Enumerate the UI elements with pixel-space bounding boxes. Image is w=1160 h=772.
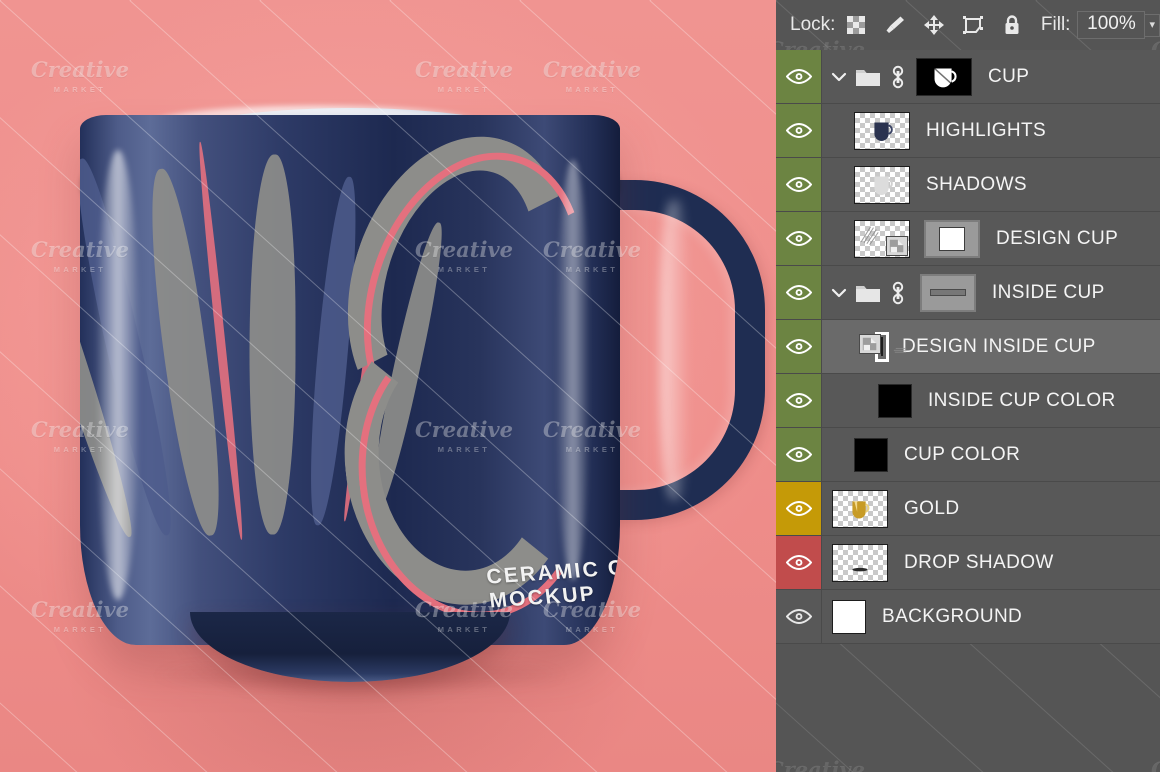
group-expand-chevron-icon[interactable] <box>830 284 848 302</box>
fill-label: Fill: <box>1041 14 1071 36</box>
layer-row[interactable]: CUP COLOR <box>776 428 1160 482</box>
layer-mask-thumbnail[interactable] <box>920 274 976 312</box>
layer-visibility-toggle[interactable] <box>776 50 822 103</box>
layer-visibility-toggle[interactable] <box>776 104 822 157</box>
layer-name: INSIDE CUP <box>992 282 1105 304</box>
layers-toolbar[interactable]: Lock: <box>776 0 1160 50</box>
layer-name: INSIDE CUP COLOR <box>928 390 1116 412</box>
lock-image-pixels-icon[interactable] <box>884 14 906 36</box>
layer-thumbnail[interactable] <box>854 112 910 150</box>
layer-name: GOLD <box>904 498 959 520</box>
layer-row[interactable]: INSIDE CUP <box>776 266 1160 320</box>
layer-visibility-toggle[interactable] <box>776 158 822 211</box>
layer-visibility-toggle[interactable] <box>776 266 822 319</box>
watermark-text: CreativeMARKET <box>1145 760 1160 772</box>
layer-thumbnail[interactable] <box>832 600 866 634</box>
layer-name: CUP COLOR <box>904 444 1020 466</box>
layer-name: DESIGN CUP <box>996 228 1118 250</box>
layer-name: SHADOWS <box>926 174 1027 196</box>
layer-thumbnail[interactable] <box>916 58 972 96</box>
layer-row[interactable]: INSIDE CUP COLOR <box>776 374 1160 428</box>
layer-visibility-toggle[interactable] <box>776 482 822 535</box>
layer-thumbnail[interactable] <box>832 490 888 528</box>
lock-artboard-nesting-icon[interactable] <box>962 14 984 36</box>
layer-visibility-toggle[interactable] <box>776 536 822 589</box>
layer-thumbnail[interactable] <box>854 166 910 204</box>
layer-row-content[interactable]: SHADOWS <box>822 158 1160 211</box>
screenshot-root: CERAMIC CUP MOCKUP CERAMIC CUP MOCKUP CE… <box>0 0 1160 772</box>
layer-row[interactable]: BACKGROUND <box>776 590 1160 644</box>
layer-mask-thumbnail[interactable] <box>924 220 980 258</box>
cup-left-gloss <box>96 150 140 600</box>
layer-row-content[interactable]: DESIGN INSIDE CUP <box>822 320 1160 373</box>
layer-row[interactable]: DESIGN CUP <box>776 212 1160 266</box>
chevron-down-icon[interactable]: ▾ <box>1145 14 1160 37</box>
layer-name: CUP <box>988 66 1029 88</box>
layer-thumbnail[interactable] <box>881 337 883 356</box>
cup-handle-highlight <box>660 200 690 500</box>
lock-all-icon[interactable] <box>1001 14 1023 36</box>
layer-row-content[interactable]: GOLD <box>822 482 1160 535</box>
lock-position-icon[interactable] <box>923 14 945 36</box>
link-mask-icon[interactable] <box>890 281 906 305</box>
layer-thumbnail-selected-frame[interactable] <box>878 335 886 359</box>
layer-row[interactable]: HIGHLIGHTS <box>776 104 1160 158</box>
layer-row-content[interactable]: INSIDE CUP <box>822 266 1160 319</box>
link-mask-icon[interactable] <box>890 65 906 89</box>
fill-control[interactable]: Fill: 100% ▾ <box>1041 11 1160 39</box>
layer-row[interactable]: CUP <box>776 50 1160 104</box>
layer-row[interactable]: DESIGN INSIDE CUP <box>776 320 1160 374</box>
layer-visibility-toggle[interactable] <box>776 590 822 643</box>
cup-right-gloss <box>556 160 590 580</box>
layers-panel[interactable]: Lock: <box>776 0 1160 772</box>
layer-row-content[interactable]: CUP COLOR <box>822 428 1160 481</box>
layer-row-content[interactable]: DROP SHADOW <box>822 536 1160 589</box>
layer-name: DROP SHADOW <box>904 552 1054 574</box>
folder-icon[interactable] <box>855 66 881 87</box>
cup-body: CERAMIC CUP MOCKUP <box>80 115 620 645</box>
layer-row-content[interactable]: BACKGROUND <box>822 590 1160 643</box>
layer-row[interactable]: GOLD <box>776 482 1160 536</box>
layer-thumbnail[interactable] <box>854 438 888 472</box>
layer-thumbnail[interactable] <box>878 384 912 418</box>
lock-label: Lock: <box>790 14 835 36</box>
group-expand-chevron-icon[interactable] <box>830 68 848 86</box>
layer-visibility-toggle[interactable] <box>776 428 822 481</box>
lock-icon-group[interactable] <box>845 14 1023 36</box>
layer-visibility-toggle[interactable] <box>776 320 822 373</box>
layer-visibility-toggle[interactable] <box>776 212 822 265</box>
layer-row[interactable]: DROP SHADOW <box>776 536 1160 590</box>
layer-list[interactable]: CUP HIGHLIGHTS SHADOWS DESIGN CUP <box>776 50 1160 644</box>
layer-row-content[interactable]: CUP <box>822 50 1160 103</box>
folder-icon[interactable] <box>855 282 881 303</box>
lock-transparent-pixels-icon[interactable] <box>845 14 867 36</box>
layer-thumbnail[interactable] <box>832 544 888 582</box>
fill-value-input[interactable]: 100% <box>1077 11 1145 39</box>
layer-row-content[interactable]: DESIGN CUP <box>822 212 1160 265</box>
mockup-preview-canvas[interactable]: CERAMIC CUP MOCKUP CERAMIC CUP MOCKUP CE… <box>0 0 776 772</box>
watermark-text: CreativeMARKET <box>776 760 871 772</box>
layer-row-content[interactable]: INSIDE CUP COLOR <box>822 374 1160 427</box>
layer-visibility-toggle[interactable] <box>776 374 822 427</box>
layer-row[interactable]: SHADOWS <box>776 158 1160 212</box>
layer-thumbnail[interactable] <box>854 220 910 258</box>
layer-name: HIGHLIGHTS <box>926 120 1046 142</box>
layer-row-content[interactable]: HIGHLIGHTS <box>822 104 1160 157</box>
layer-name: BACKGROUND <box>882 606 1022 628</box>
